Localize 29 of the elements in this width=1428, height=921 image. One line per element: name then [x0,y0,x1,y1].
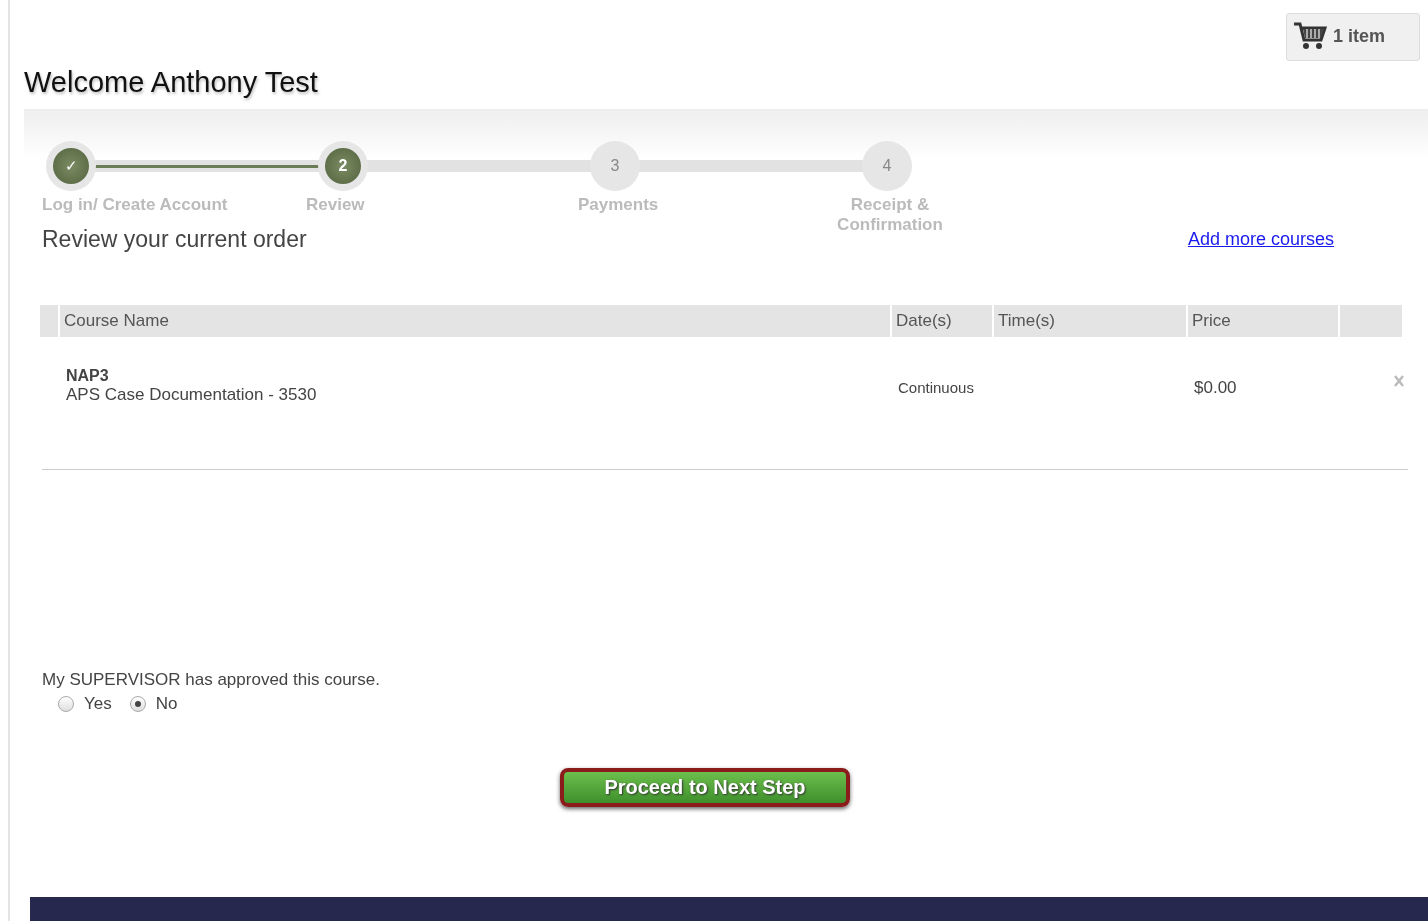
radio-label: No [155,694,178,714]
cart-button[interactable]: 1 item [1285,13,1420,61]
step-label: Review [306,195,365,215]
step-label: Receipt & Confirmation [836,195,944,235]
column-header: Price [1188,305,1338,337]
step-indicator: 3 [609,156,621,176]
welcome-heading: Welcome Anthony Test [24,65,319,100]
column-header: Date(s) [892,305,992,337]
section-heading: Review your current order [42,225,307,253]
add-courses-link[interactable]: Add more courses [1187,228,1334,250]
remove-icon[interactable] [1394,375,1404,387]
step-label: Log in/ Create Account [42,195,228,215]
table-cell-text: Continuous [897,378,975,398]
column-header: Time(s) [994,305,1186,337]
step-label: Payments [578,195,659,215]
table-cell-text: $0.00 [1193,377,1238,399]
approval-question: My SUPERVISOR has approved this course. [42,670,381,690]
radio-button[interactable] [129,696,146,712]
step-indicator: ✓ [53,148,89,184]
step-indicator: 2 [325,148,361,184]
header-cell [40,305,58,337]
radio-label: Yes [84,694,112,714]
step-indicator: 4 [881,156,893,176]
course-name: APS Case Documentation - 3530 [66,385,318,405]
column-header: Course Name [60,305,890,337]
header-cell [1340,305,1402,337]
course-code: NAP3 [66,367,110,385]
cart-icon [1292,21,1327,51]
radio-button[interactable] [58,696,74,712]
